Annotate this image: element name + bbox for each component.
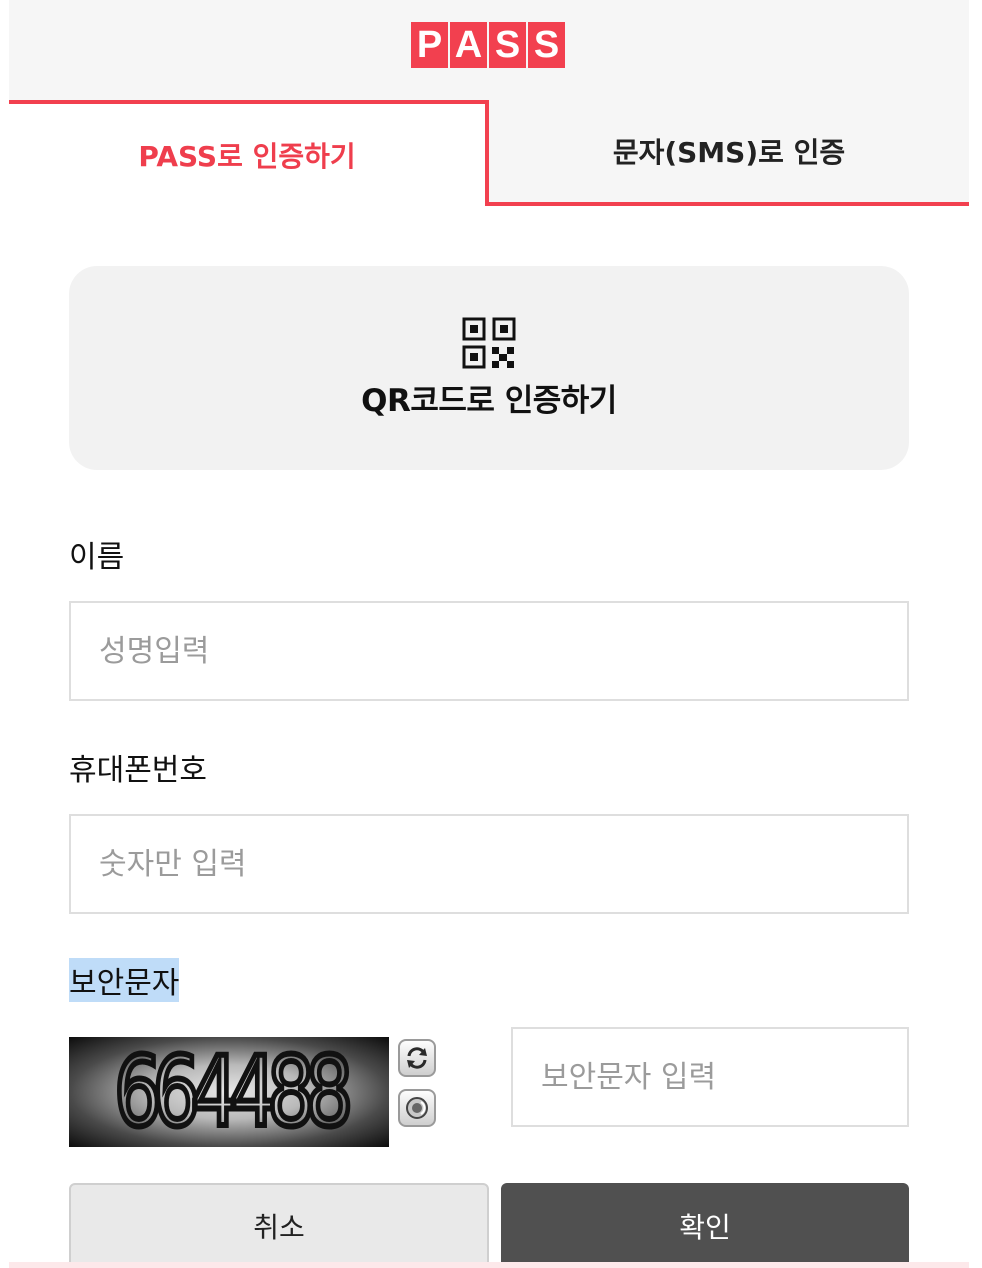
name-input[interactable] bbox=[69, 601, 909, 701]
refresh-icon bbox=[407, 1047, 427, 1069]
tab-sms-auth[interactable]: 문자(SMS)로 인증 bbox=[489, 100, 969, 206]
cancel-button[interactable]: 취소 bbox=[69, 1183, 489, 1268]
captcha-refresh-button[interactable] bbox=[398, 1039, 436, 1077]
speaker-icon bbox=[406, 1097, 428, 1119]
phone-label: 휴대폰번호 bbox=[69, 753, 207, 788]
logo-letter: S bbox=[528, 22, 565, 68]
qr-auth-button[interactable]: QR코드로 인증하기 bbox=[69, 266, 909, 470]
captcha-audio-button[interactable] bbox=[398, 1089, 436, 1127]
qr-code-icon bbox=[462, 317, 516, 368]
confirm-button[interactable]: 확인 bbox=[501, 1183, 909, 1268]
qr-auth-label: QR코드로 인증하기 bbox=[361, 382, 617, 419]
captcha-image-text: 664488 bbox=[112, 1037, 356, 1147]
header: P A S S bbox=[9, 0, 969, 100]
tab-pass-auth[interactable]: PASS로 인증하기 bbox=[9, 100, 489, 206]
bottom-strip bbox=[9, 1262, 969, 1268]
logo-letter: S bbox=[489, 22, 526, 68]
name-label: 이름 bbox=[69, 540, 125, 575]
auth-tabs: PASS로 인증하기 문자(SMS)로 인증 bbox=[9, 100, 969, 206]
captcha-label: 보안문자 bbox=[69, 958, 180, 1002]
pass-auth-page: P A S S PASS로 인증하기 문자(SMS)로 인증 QR코드로 인증하… bbox=[9, 0, 969, 1268]
logo-letter: A bbox=[450, 22, 487, 68]
phone-input[interactable] bbox=[69, 814, 909, 914]
pass-logo: P A S S bbox=[411, 22, 565, 68]
logo-letter: P bbox=[411, 22, 448, 68]
captcha-image: 664488 bbox=[69, 1037, 389, 1147]
captcha-input[interactable] bbox=[511, 1027, 909, 1127]
